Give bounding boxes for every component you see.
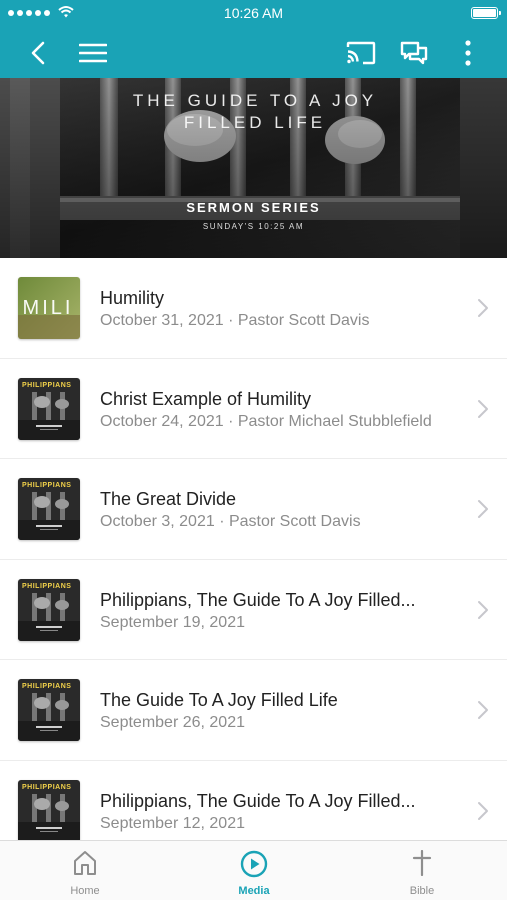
thumbnail-text: PHILIPPIANS	[22, 683, 72, 690]
thumbnail-text: IMILI	[18, 297, 74, 319]
tab-media-label: Media	[238, 885, 270, 897]
sermon-title: Christ Example of Humility	[100, 388, 312, 409]
sermon-title: The Great Divide	[100, 489, 237, 509]
nav-bar	[0, 28, 507, 78]
tab-bar: Home Media Bible	[0, 840, 507, 900]
chat-bubbles-icon[interactable]	[392, 28, 436, 78]
chevron-right-icon	[478, 299, 488, 317]
chevron-right-icon	[478, 600, 488, 619]
tab-home-label: Home	[70, 885, 100, 897]
sermon-title: Humility	[100, 288, 165, 308]
thumbnail-text: PHILIPPIANS	[22, 381, 72, 389]
status-time: 10:26 AM	[223, 5, 284, 21]
sermon-text: Christ Example of Humility October 24, 2…	[100, 388, 463, 432]
thumbnail-text: PHILIPPIANS	[22, 482, 72, 489]
sermon-meta: October 3, 2021 · Pastor Scott Davis	[100, 513, 361, 530]
sermon-thumbnail: PHILIPPIANS	[18, 578, 80, 641]
status-bar: 10:26 AM	[0, 0, 507, 28]
sermon-thumbnail: PHILIPPIANS	[18, 679, 80, 741]
sermon-row[interactable]: PHILIPPIANS The Great Divide October 3, …	[0, 459, 507, 560]
sermon-meta: October 24, 2021 · Pastor Michael Stubbl…	[100, 412, 432, 430]
banner-title: THE GUIDE TO A JOY FILLED LIFE	[132, 91, 378, 132]
sermon-meta: September 12, 2021	[100, 814, 245, 832]
sermon-row[interactable]: PHILIPPIANS Philippians, The Guide To A …	[0, 761, 507, 840]
cross-icon	[412, 850, 432, 876]
thumbnail-text: PHILIPPIANS	[22, 783, 72, 791]
tab-media[interactable]: Media	[194, 841, 314, 900]
back-arrow-icon[interactable]	[16, 28, 60, 78]
sermon-text: The Guide To A Joy Filled Life September…	[100, 689, 463, 733]
tab-bible[interactable]: Bible	[362, 841, 482, 900]
hamburger-menu-icon[interactable]	[71, 28, 115, 78]
thumbnail-text: PHILIPPIANS	[22, 582, 72, 590]
banner-subtitle: SERMON SERIES	[186, 200, 321, 215]
sermon-meta: September 26, 2021	[100, 714, 245, 731]
sermon-meta: September 19, 2021	[100, 613, 245, 631]
cast-icon[interactable]	[339, 28, 383, 78]
sermon-text: Philippians, The Guide To A Joy Filled..…	[100, 589, 463, 633]
banner-time: SUNDAY'S 10:25 AM	[202, 222, 305, 231]
sermon-row[interactable]: PHILIPPIANS The Guide To A Joy Filled Li…	[0, 660, 507, 761]
chevron-right-icon	[478, 500, 488, 518]
tab-home[interactable]: Home	[25, 841, 145, 900]
sermon-text: Philippians, The Guide To A Joy Filled..…	[100, 790, 463, 834]
sermon-thumbnail: IMILI	[18, 277, 80, 339]
tab-bible-label: Bible	[409, 885, 435, 897]
sermon-thumbnail: PHILIPPIANS	[18, 478, 80, 540]
sermon-text: Humility October 31, 2021 · Pastor Scott…	[100, 287, 463, 331]
battery-icon	[471, 7, 501, 19]
chevron-right-icon	[478, 399, 488, 418]
sermon-thumbnail: PHILIPPIANS	[18, 377, 80, 440]
more-vertical-icon[interactable]	[446, 28, 490, 78]
sermon-thumbnail: PHILIPPIANS	[18, 779, 80, 840]
sermon-title: The Guide To A Joy Filled Life	[100, 690, 338, 710]
sermon-series-banner[interactable]: THE GUIDE TO A JOY FILLED LIFE SERMON SE…	[0, 78, 507, 258]
sermon-text: The Great Divide October 3, 2021 · Pasto…	[100, 488, 463, 532]
chevron-right-icon	[478, 801, 488, 820]
home-icon	[74, 851, 96, 875]
chevron-right-icon	[478, 701, 488, 719]
sermon-row[interactable]: PHILIPPIANS Philippians, The Guide To A …	[0, 560, 507, 660]
sermon-row[interactable]: IMILI Humility October 31, 2021 · Pastor…	[0, 258, 507, 359]
sermon-title: Philippians, The Guide To A Joy Filled..…	[100, 790, 416, 811]
sermon-title: Philippians, The Guide To A Joy Filled..…	[100, 589, 416, 610]
play-circle-icon	[240, 850, 268, 878]
sermon-row[interactable]: PHILIPPIANS Christ Example of Humility O…	[0, 359, 507, 459]
sermon-meta: October 31, 2021 · Pastor Scott Davis	[100, 312, 370, 329]
sermon-list: IMILI Humility October 31, 2021 · Pastor…	[0, 258, 507, 840]
